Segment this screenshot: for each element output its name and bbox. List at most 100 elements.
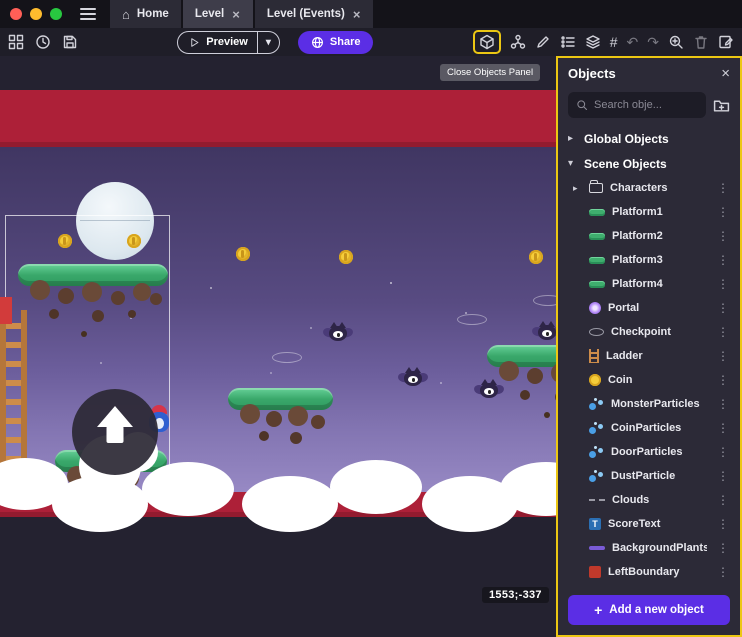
- close-tab-icon[interactable]: ×: [352, 8, 362, 21]
- kebab-menu-icon[interactable]: ⋮: [714, 181, 732, 195]
- object-item-scoretext[interactable]: ScoreText ⋮: [558, 512, 740, 536]
- edit-properties-icon[interactable]: [718, 34, 734, 50]
- coin-sprite[interactable]: [339, 250, 353, 264]
- object-item-platform4[interactable]: Platform4⋮: [558, 272, 740, 296]
- kebab-menu-icon[interactable]: ⋮: [714, 349, 732, 363]
- chevron-right-icon: ▸: [568, 133, 577, 144]
- search-box[interactable]: [568, 92, 706, 118]
- undo-icon[interactable]: ↶: [627, 35, 639, 49]
- object-item-checkpoint[interactable]: Checkpoint⋮: [558, 320, 740, 344]
- monster-sprite[interactable]: [325, 323, 351, 343]
- object-item-leftboundary[interactable]: LeftBoundary⋮: [558, 560, 740, 584]
- close-window-button[interactable]: [10, 8, 22, 20]
- object-item-ladder[interactable]: Ladder⋮: [558, 344, 740, 368]
- ufo-sprite[interactable]: [457, 314, 487, 325]
- tab-level[interactable]: Level ×: [183, 0, 253, 28]
- kebab-menu-icon[interactable]: ⋮: [714, 469, 732, 483]
- dashes-icon: [589, 499, 605, 501]
- redo-icon[interactable]: ↷: [647, 35, 659, 49]
- close-panel-icon[interactable]: ×: [721, 66, 730, 81]
- group-label: Scene Objects: [584, 157, 667, 171]
- objects-panel: Objects × ▸ Global Objects ▾ Scene Objec…: [556, 56, 742, 637]
- hamburger-menu-icon[interactable]: [80, 8, 96, 20]
- minimize-window-button[interactable]: [30, 8, 42, 20]
- save-icon[interactable]: [62, 34, 78, 50]
- kebab-menu-icon[interactable]: ⋮: [714, 397, 732, 411]
- coin-sprite[interactable]: [529, 250, 543, 264]
- kebab-menu-icon[interactable]: ⋮: [714, 229, 732, 243]
- ladder-sprite[interactable]: [0, 310, 27, 472]
- object-groups-icon[interactable]: [510, 34, 526, 50]
- kebab-menu-icon[interactable]: ⋮: [714, 517, 732, 531]
- kebab-menu-icon[interactable]: ⋮: [714, 421, 732, 435]
- add-object-button[interactable]: + Add a new object: [568, 595, 730, 625]
- grid-icon[interactable]: #: [610, 35, 618, 49]
- kebab-menu-icon[interactable]: ⋮: [714, 253, 732, 267]
- object-item-clouds[interactable]: Clouds⋮: [558, 488, 740, 512]
- edit-pencil-icon[interactable]: [535, 34, 551, 50]
- object-item-monsterparticles[interactable]: MonsterParticles⋮: [558, 392, 740, 416]
- history-icon[interactable]: [35, 34, 51, 50]
- add-folder-icon[interactable]: [713, 97, 730, 114]
- boundary-icon: [589, 566, 601, 578]
- home-icon: ⌂: [122, 7, 130, 22]
- tab-label: Level: [195, 8, 224, 20]
- kebab-menu-icon[interactable]: ⋮: [714, 205, 732, 219]
- object-item-platform3[interactable]: Platform3⋮: [558, 248, 740, 272]
- delete-icon[interactable]: [693, 34, 709, 50]
- kebab-menu-icon[interactable]: ⋮: [714, 565, 732, 579]
- kebab-menu-icon[interactable]: ⋮: [714, 325, 732, 339]
- search-input[interactable]: [594, 99, 698, 111]
- kebab-menu-icon[interactable]: ⋮: [714, 541, 732, 555]
- tab-level-events[interactable]: Level (Events) ×: [255, 0, 374, 28]
- group-scene-objects[interactable]: ▾ Scene Objects: [558, 151, 740, 176]
- cloud-sprite[interactable]: [52, 476, 148, 532]
- coin-sprite[interactable]: [127, 234, 141, 248]
- tab-home[interactable]: ⌂ Home: [110, 0, 181, 28]
- preview-dropdown-icon[interactable]: ▾: [257, 32, 279, 53]
- kebab-menu-icon[interactable]: ⋮: [714, 373, 732, 387]
- kebab-menu-icon[interactable]: ⋮: [714, 301, 732, 315]
- particles-icon: [589, 446, 604, 458]
- zoom-in-icon[interactable]: [668, 34, 684, 50]
- up-arrow-control[interactable]: [72, 389, 158, 475]
- object-item-doorparticles[interactable]: DoorParticles⋮: [558, 440, 740, 464]
- coin-sprite[interactable]: [58, 234, 72, 248]
- events-list-icon[interactable]: [560, 34, 576, 50]
- object-item-coinparticles[interactable]: CoinParticles⋮: [558, 416, 740, 440]
- object-item-dustparticle[interactable]: DustParticle⋮: [558, 464, 740, 488]
- kebab-menu-icon[interactable]: ⋮: [714, 445, 732, 459]
- layers-icon[interactable]: [585, 34, 601, 50]
- kebab-menu-icon[interactable]: ⋮: [714, 493, 732, 507]
- platform-sprite[interactable]: [18, 264, 168, 286]
- group-global-objects[interactable]: ▸ Global Objects: [558, 126, 740, 151]
- object-item-coin[interactable]: Coin⋮: [558, 368, 740, 392]
- object-item-characters[interactable]: ▸Characters⋮: [558, 176, 740, 200]
- tab-label: Home: [137, 8, 169, 20]
- monster-sprite[interactable]: [400, 368, 426, 388]
- platform-sprite[interactable]: [228, 388, 333, 410]
- close-tab-icon[interactable]: ×: [231, 8, 241, 21]
- object-item-platform2[interactable]: Platform2⋮: [558, 224, 740, 248]
- left-boundary-sprite[interactable]: [0, 297, 12, 324]
- ufo-sprite[interactable]: [272, 352, 302, 363]
- plus-icon: +: [594, 602, 602, 618]
- coin-sprite[interactable]: [236, 247, 250, 261]
- share-label: Share: [330, 36, 361, 48]
- share-button[interactable]: Share: [298, 31, 374, 54]
- preview-button[interactable]: Preview ▾: [177, 31, 280, 54]
- tab-label: Level (Events): [267, 8, 345, 20]
- cloud-sprite[interactable]: [142, 462, 234, 516]
- object-item-platform1[interactable]: Platform1⋮: [558, 200, 740, 224]
- object-item-portal[interactable]: Portal⋮: [558, 296, 740, 320]
- objects-panel-toggle-icon[interactable]: [479, 34, 495, 50]
- cloud-sprite[interactable]: [330, 460, 422, 514]
- monster-sprite[interactable]: [476, 380, 502, 400]
- maximize-window-button[interactable]: [50, 8, 62, 20]
- cloud-sprite[interactable]: [242, 476, 338, 532]
- kebab-menu-icon[interactable]: ⋮: [714, 277, 732, 291]
- object-item-label: BackgroundPlants: [612, 542, 707, 554]
- object-item-backgroundplants[interactable]: BackgroundPlants ⋮: [558, 536, 740, 560]
- grid-view-icon[interactable]: [8, 34, 24, 50]
- object-item-label: ScoreText: [608, 518, 707, 530]
